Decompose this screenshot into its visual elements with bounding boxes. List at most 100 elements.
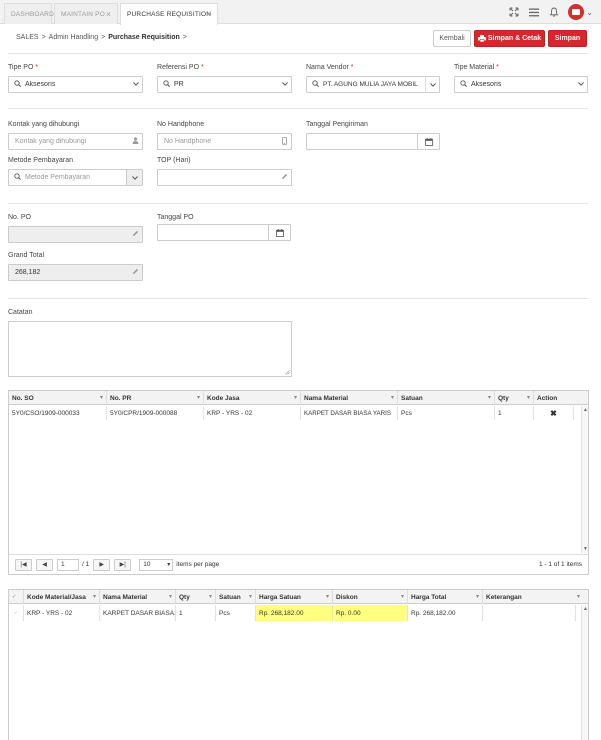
kontak-label: Kontak yang dihubungi: [8, 121, 80, 128]
no-handphone-input[interactable]: No Handphone: [157, 133, 292, 150]
nama-vendor-label: Nama Vendor *: [306, 64, 354, 71]
column-header-action: Action: [537, 394, 558, 402]
column-header-kode-jasa[interactable]: Kode Jasa ▾: [204, 391, 301, 405]
column-header-satuan[interactable]: Satuan ▾: [216, 590, 256, 604]
chevron-down-icon: ▾: [196, 395, 200, 401]
tipe-po-select[interactable]: Aksesoris: [8, 76, 143, 93]
column-header-diskon[interactable]: Diskon ▾: [333, 590, 408, 604]
kontak-input[interactable]: Kontak yang dihubungi: [8, 133, 143, 150]
grand-total-input: 268,182: [8, 264, 143, 281]
referensi-po-select[interactable]: PR: [157, 76, 292, 93]
search-icon: [160, 80, 172, 89]
back-button[interactable]: Kembali: [433, 30, 471, 47]
close-icon[interactable]: ×: [106, 10, 111, 19]
column-header-qty[interactable]: Qty ▾: [495, 391, 534, 405]
grid-header: No. SO ▾ No. PR ▾ Kode Jasa ▾ Nama Material…: [9, 391, 588, 405]
column-header-no-so[interactable]: No. SO ▾: [9, 391, 107, 405]
tipe-po-label: Tipe PO *: [8, 64, 39, 71]
catatan-textarea[interactable]: [8, 321, 292, 377]
metode-pembayaran-select[interactable]: Metode Pembayaran: [8, 169, 143, 186]
chevron-down-icon: ⌄: [586, 7, 593, 17]
bell-icon[interactable]: [548, 6, 560, 18]
calendar-icon[interactable]: [268, 225, 290, 240]
cell-harga-satuan[interactable]: Rp. 268,182.00: [256, 605, 333, 621]
tanggal-po-input[interactable]: [157, 224, 291, 241]
referensi-po-label: Referensi PO *: [157, 64, 204, 71]
user-avatar: [568, 4, 585, 20]
cell-no-pr: 5Y0/CPR/1909-000088: [107, 406, 204, 420]
pencil-icon: [277, 173, 291, 182]
no-handphone-placeholder: No Handphone: [164, 138, 212, 145]
column-header-no-pr[interactable]: No. PR ▾: [107, 391, 204, 405]
first-page-button[interactable]: |◀: [15, 558, 32, 571]
tipe-material-value: Aksesoris: [471, 81, 502, 88]
page-size-select[interactable]: 10 ▾: [139, 558, 174, 571]
user-menu[interactable]: ⌄: [568, 4, 593, 20]
tanggal-po-label: Tanggal PO: [157, 214, 194, 221]
chevron-down-icon: [130, 81, 142, 88]
page-of-label: / 1: [82, 561, 90, 568]
column-header-satuan[interactable]: Satuan ▾: [398, 391, 495, 405]
resize-handle-icon[interactable]: [285, 370, 290, 375]
tab-purchase-requisition[interactable]: PURCHASE REQUISITION ×: [120, 3, 218, 25]
pr-items-grid: No. SO ▾ No. PR ▾ Kode Jasa ▾ Nama Material…: [8, 390, 589, 575]
scroll-down-icon: ▼: [583, 546, 588, 552]
scrollbar[interactable]: ▲ ▼: [581, 406, 588, 553]
next-page-button[interactable]: ▶: [93, 558, 111, 571]
nama-vendor-select[interactable]: PT. AGUNG MULIA JAYA MOBIL: [306, 76, 440, 93]
column-header-kode-material[interactable]: Kode Material/Jasa ▾: [24, 590, 100, 604]
save-print-button[interactable]: Simpan & Cetak: [474, 30, 545, 47]
chevron-down-icon: ▾: [325, 594, 329, 600]
items-per-page-label: items per page: [176, 561, 220, 568]
divider: [8, 203, 588, 204]
top-hari-input[interactable]: [157, 169, 292, 186]
page-number-input[interactable]: 1: [57, 558, 79, 571]
column-header-keterangan[interactable]: Keterangan ▾: [483, 590, 583, 604]
cell-kode-jasa: KRP - YRS - 02: [204, 406, 301, 420]
prev-page-button[interactable]: ◀: [36, 558, 53, 571]
column-header-harga-total[interactable]: Harga Total ▾: [408, 590, 483, 604]
column-header-select[interactable]: ✓: [9, 590, 24, 604]
tipe-material-select[interactable]: Aksesoris: [454, 76, 588, 93]
cell-diskon[interactable]: Rp. 0.00: [333, 605, 408, 621]
cell-keterangan[interactable]: [483, 605, 576, 621]
no-handphone-label: No Handphone: [157, 121, 205, 128]
chevron-down-icon: ▾: [168, 594, 172, 600]
tipe-material-label: Tipe Material *: [454, 64, 499, 71]
breadcrumb-sales[interactable]: SALES: [16, 34, 39, 41]
close-icon[interactable]: ×: [206, 10, 211, 19]
breadcrumb-sep: >: [101, 34, 106, 41]
tanggal-pengiriman-input[interactable]: [306, 133, 440, 150]
search-icon: [11, 80, 23, 89]
cell-satuan: Pcs: [216, 605, 256, 621]
column-header-qty[interactable]: Qty ▾: [176, 590, 216, 604]
save-button[interactable]: Simpan: [548, 30, 587, 47]
metode-pembayaran-label: Metode Pembayaran: [8, 157, 73, 164]
column-header-nama-material[interactable]: Nama Material ▾: [301, 391, 398, 405]
cell-qty[interactable]: 1: [176, 605, 216, 621]
top-hari-label: TOP (Hari): [157, 157, 191, 164]
tab-maintain-po[interactable]: MAINTAIN PO ×: [54, 3, 118, 24]
expand-icon[interactable]: [508, 6, 520, 18]
pager-summary: 1 - 1 of 1 items: [539, 561, 582, 568]
chevron-down-icon: ▾: [475, 594, 479, 600]
calendar-icon[interactable]: [417, 134, 439, 149]
user-icon: [128, 137, 142, 146]
table-row[interactable]: ✓ KRP - YRS - 02 KARPET DASAR BIASA... 1…: [9, 605, 588, 621]
chevron-down-icon: [126, 170, 142, 185]
cell-nama-material: KARPET DASAR BIASA...: [100, 605, 176, 621]
tanggal-pengiriman-label: Tanggal Pengiriman: [306, 121, 368, 128]
chevron-down-icon: ▾: [293, 395, 297, 401]
tab-dashboard[interactable]: DASHBOARD: [4, 3, 54, 24]
scrollbar[interactable]: ▲: [581, 605, 588, 740]
pagination: |◀ ◀ 1 / 1 ▶ ▶| 10 ▾ items per page 1 - 1…: [9, 554, 588, 574]
breadcrumb-admin-handling[interactable]: Admin Handling: [49, 34, 98, 41]
delete-icon[interactable]: ✖: [534, 406, 574, 420]
row-select-checkbox[interactable]: ✓: [9, 605, 24, 621]
last-page-button[interactable]: ▶|: [114, 558, 132, 571]
column-header-harga-satuan[interactable]: Harga Satuan ▾: [256, 590, 333, 604]
column-header-nama-material[interactable]: Nama Material ▾: [100, 590, 176, 604]
menu-icon[interactable]: [528, 6, 540, 18]
table-row[interactable]: 5Y0/CSO/1909-000033 5Y0/CPR/1909-000088 …: [9, 406, 588, 420]
search-icon: [457, 80, 469, 89]
